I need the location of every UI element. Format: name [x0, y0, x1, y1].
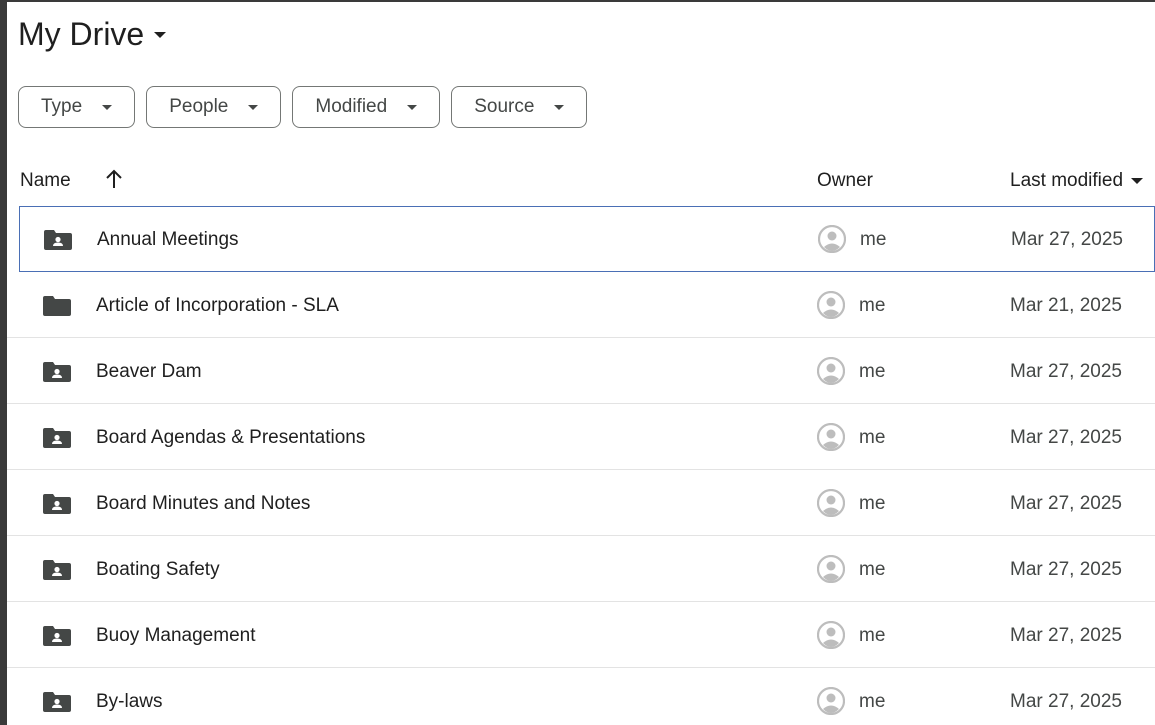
file-name: Beaver Dam — [96, 361, 202, 382]
file-row[interactable]: Annual Meetings me Mar 27, 2025 — [19, 206, 1155, 272]
file-name: Board Minutes and Notes — [96, 493, 311, 514]
owner-label: me — [860, 229, 887, 250]
owner-label: me — [859, 559, 886, 580]
last-modified-date: Mar 27, 2025 — [1010, 361, 1122, 382]
caret-down-icon — [554, 104, 565, 110]
shared-folder-icon — [43, 428, 71, 448]
owner-label: me — [859, 427, 886, 448]
file-row[interactable]: Buoy Management me Mar 27, 2025 — [7, 602, 1155, 668]
last-modified-date: Mar 27, 2025 — [1010, 625, 1122, 646]
filter-label: People — [169, 96, 229, 117]
owner-avatar-icon — [817, 224, 847, 254]
shared-folder-icon — [43, 494, 71, 514]
filter-label: Modified — [315, 96, 388, 117]
shared-folder-icon — [44, 230, 72, 250]
caret-down-icon — [407, 104, 418, 110]
owner-avatar-icon — [816, 620, 846, 650]
column-header-label: Last modified — [1010, 170, 1124, 191]
filter-type-chip[interactable]: Type — [18, 86, 136, 128]
column-header-owner[interactable]: Owner — [817, 170, 873, 192]
shared-folder-icon — [43, 560, 71, 580]
owner-label: me — [859, 295, 886, 316]
file-row[interactable]: Boating Safety me Mar 27, 2025 — [7, 536, 1155, 602]
folder-icon — [43, 296, 71, 316]
filter-source-chip[interactable]: Source — [451, 86, 588, 128]
owner-avatar-icon — [816, 554, 846, 584]
shared-folder-icon — [43, 626, 71, 646]
filter-label: Source — [474, 96, 535, 117]
last-modified-date: Mar 21, 2025 — [1010, 295, 1122, 316]
filter-bar: Type People Modified Source — [18, 86, 588, 128]
last-modified-date: Mar 27, 2025 — [1011, 229, 1123, 250]
filter-label: Type — [41, 96, 83, 117]
caret-down-icon — [248, 104, 259, 110]
file-name: By-laws — [96, 691, 163, 712]
owner-avatar-icon — [816, 290, 846, 320]
column-header-name[interactable]: Name — [20, 170, 71, 192]
sort-ascending-arrow-icon[interactable] — [105, 168, 123, 190]
file-name: Board Agendas & Presentations — [96, 427, 366, 448]
owner-avatar-icon — [816, 356, 846, 386]
owner-avatar-icon — [816, 488, 846, 518]
last-modified-date: Mar 27, 2025 — [1010, 493, 1122, 514]
file-row[interactable]: By-laws me Mar 27, 2025 — [7, 668, 1155, 725]
caret-down-icon — [102, 104, 113, 110]
file-row[interactable]: Board Minutes and Notes me Mar 27, 2025 — [7, 470, 1155, 536]
owner-label: me — [859, 691, 886, 712]
owner-label: me — [859, 361, 886, 382]
my-drive-menu[interactable]: My Drive — [18, 16, 167, 53]
last-modified-date: Mar 27, 2025 — [1010, 559, 1122, 580]
shared-folder-icon — [43, 362, 71, 382]
column-header-row: Name Owner Last modified — [7, 156, 1155, 206]
page-title: My Drive — [18, 16, 145, 52]
filter-modified-chip[interactable]: Modified — [292, 86, 441, 128]
owner-avatar-icon — [816, 422, 846, 452]
caret-down-icon — [154, 31, 167, 38]
file-row[interactable]: Board Agendas & Presentations me Mar 27, 2… — [7, 404, 1155, 470]
column-header-last-modified[interactable]: Last modified — [1010, 170, 1144, 192]
drive-window: My Drive Type People Modified Source Nam… — [0, 0, 1155, 725]
caret-down-icon — [1131, 178, 1144, 184]
file-name: Boating Safety — [96, 559, 220, 580]
file-name: Article of Incorporation - SLA — [96, 295, 339, 316]
file-row[interactable]: Article of Incorporation - SLA me Mar 21, … — [7, 272, 1155, 338]
file-name: Buoy Management — [96, 625, 256, 646]
owner-avatar-icon — [816, 686, 846, 716]
owner-label: me — [859, 625, 886, 646]
last-modified-date: Mar 27, 2025 — [1010, 427, 1122, 448]
owner-label: me — [859, 493, 886, 514]
last-modified-date: Mar 27, 2025 — [1010, 691, 1122, 712]
file-row[interactable]: Beaver Dam me Mar 27, 2025 — [7, 338, 1155, 404]
filter-people-chip[interactable]: People — [146, 86, 282, 128]
file-name: Annual Meetings — [97, 229, 239, 250]
shared-folder-icon — [43, 692, 71, 712]
file-list: Annual Meetings me Mar 27, 2025 Article of … — [7, 206, 1155, 725]
